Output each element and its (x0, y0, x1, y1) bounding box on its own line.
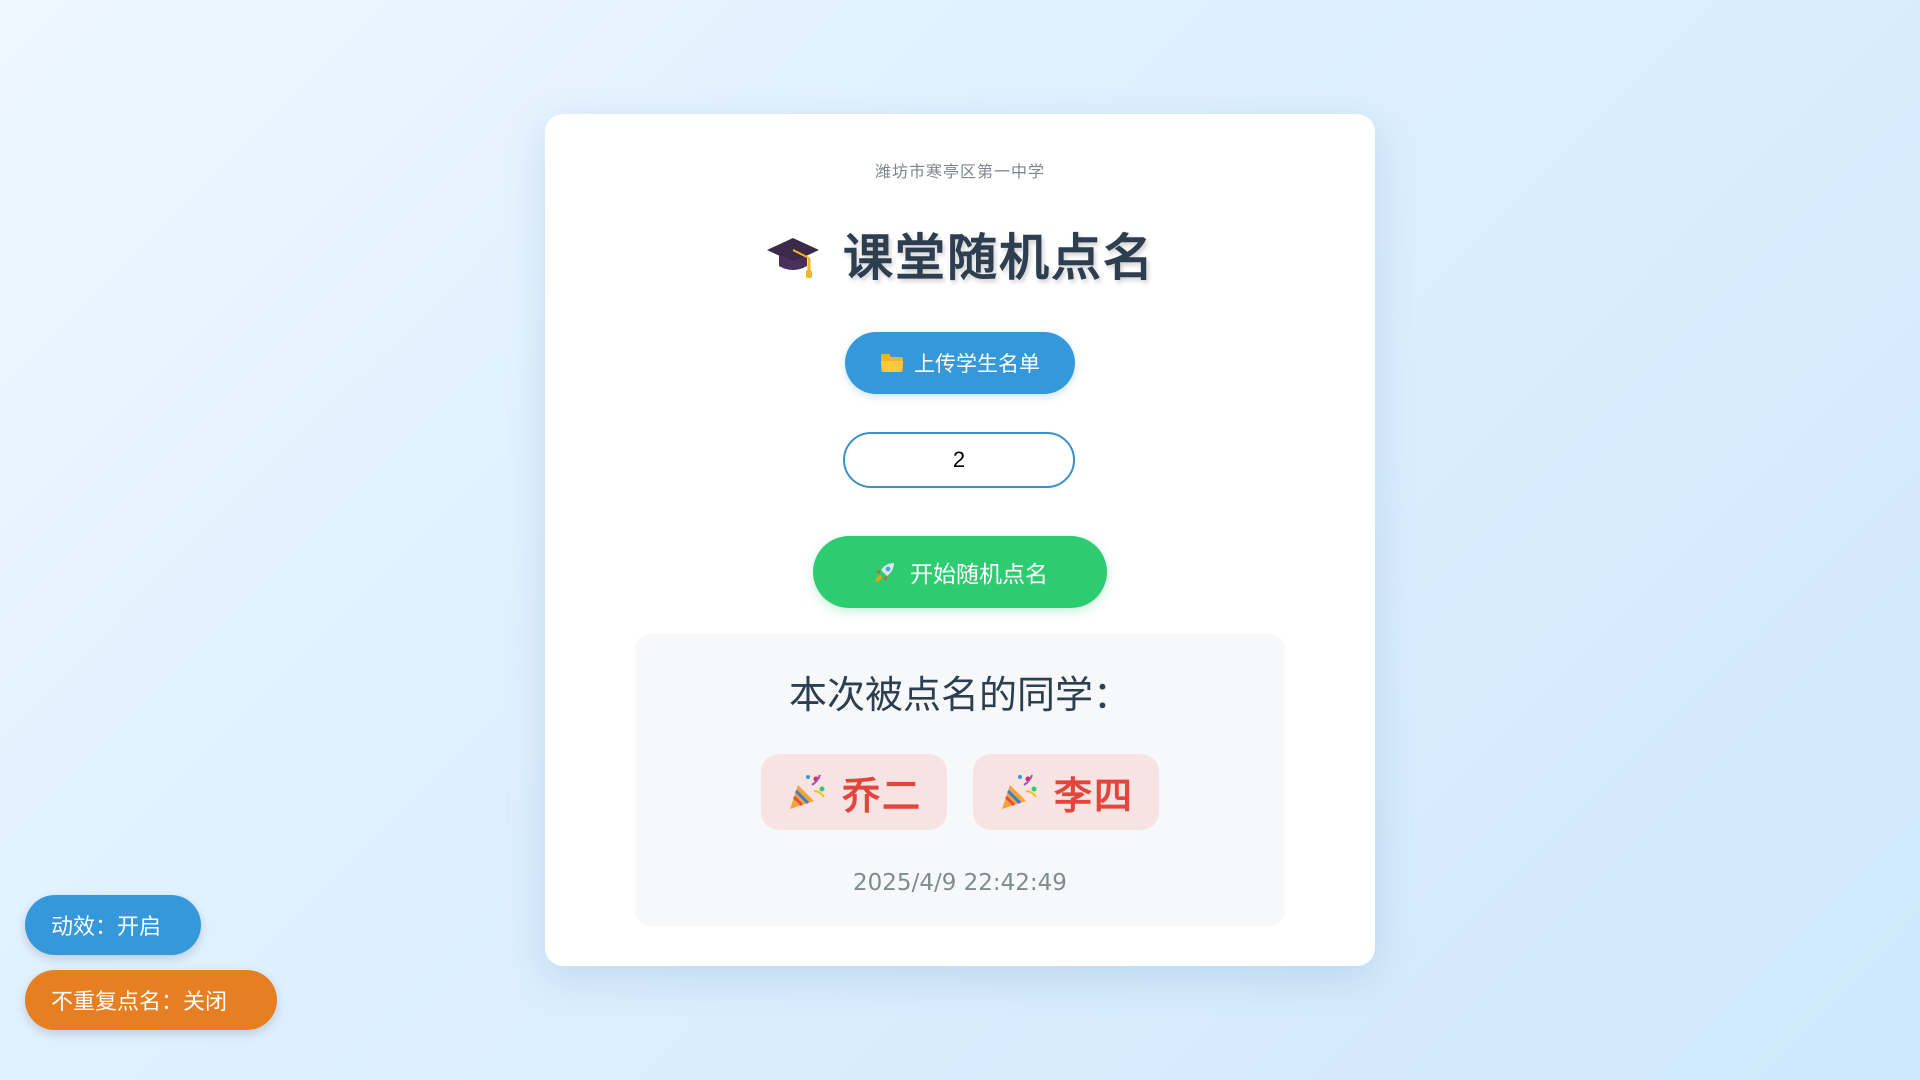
rocket-icon (872, 559, 898, 585)
school-name: 潍坊市寒亭区第一中学 (874, 162, 1045, 181)
folder-icon (880, 353, 904, 373)
animation-toggle-button[interactable]: 动效：开启 (25, 895, 201, 955)
roll-call-card: 潍坊市寒亭区第一中学 课堂随机点名 上传学生名单 2 开始随机点名 本次被点名的… (545, 114, 1375, 966)
party-popper-icon (998, 771, 1040, 813)
graduation-cap-icon (765, 226, 821, 282)
start-roll-call-label: 开始随机点名 (910, 562, 1048, 588)
start-roll-call-button[interactable]: 开始随机点名 (813, 536, 1107, 608)
page-title: 课堂随机点名 (843, 229, 1155, 287)
upload-roster-label: 上传学生名单 (914, 352, 1040, 376)
no-repeat-toggle-button[interactable]: 不重复点名：关闭 (25, 970, 277, 1030)
upload-roster-button[interactable]: 上传学生名单 (845, 332, 1075, 394)
picked-student: 乔二 (761, 754, 947, 830)
party-popper-icon (786, 771, 828, 813)
picked-names: 乔二 李四 (635, 754, 1285, 830)
pick-count-input[interactable] (843, 432, 1075, 488)
student-name: 李四 (1053, 773, 1134, 818)
result-heading: 本次被点名的同学： (788, 673, 1131, 717)
student-name: 乔二 (841, 773, 922, 818)
picked-student: 李四 (973, 754, 1159, 830)
title-row: 课堂随机点名 (545, 218, 1375, 290)
result-panel: 本次被点名的同学： 乔二 李四 2025/4/9 22:42:49 (635, 634, 1285, 926)
result-timestamp: 2025/4/9 22:42:49 (853, 870, 1067, 896)
